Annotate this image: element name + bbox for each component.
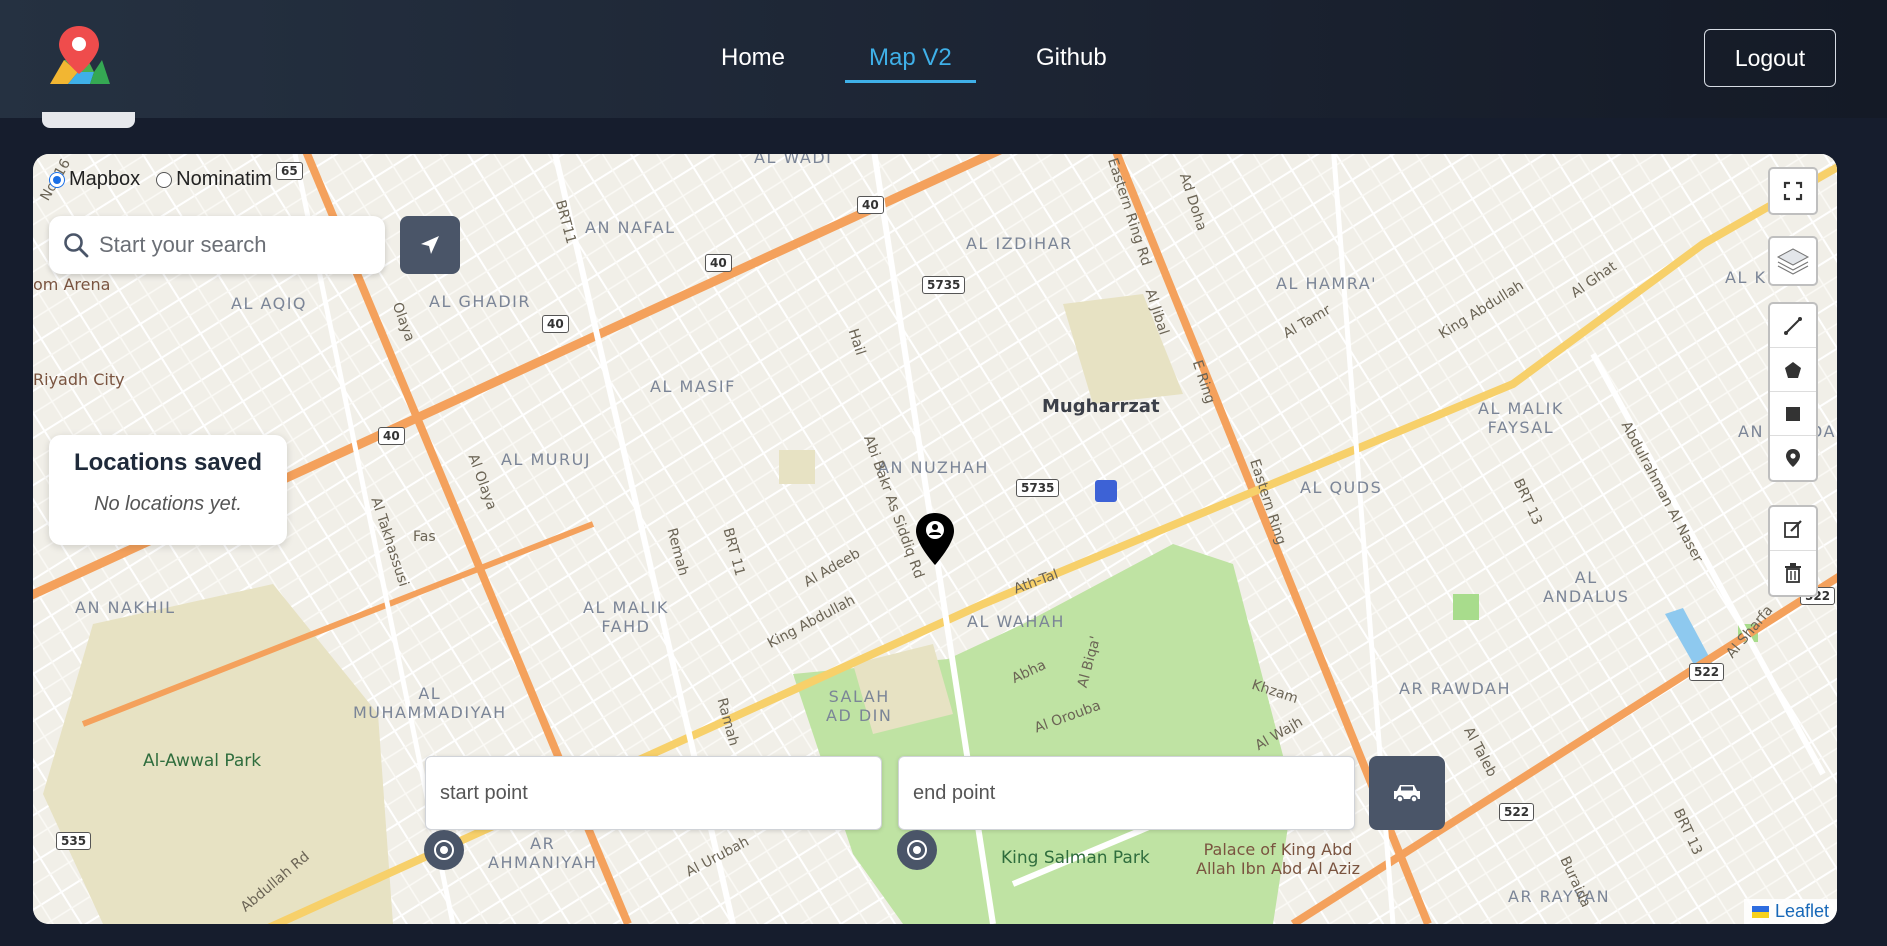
route-shield: 5735 (922, 276, 966, 294)
label-om-arena: om Arena (33, 275, 111, 294)
layers-button[interactable] (1770, 238, 1816, 284)
route-shield: 535 (56, 832, 92, 850)
map-container[interactable]: AN NAFAL AL IZDIHAR AL HAMRA' AL GHADIR … (33, 154, 1837, 924)
route-shield: 40 (542, 315, 569, 333)
route-shield: 522 (1689, 663, 1725, 681)
current-location-marker-icon[interactable] (913, 511, 957, 567)
label-al-k: AL K (1725, 268, 1767, 287)
radio-nominatim[interactable] (156, 171, 173, 188)
fullscreen-control (1768, 167, 1818, 215)
label-an-nakhil: AN NAKHIL (75, 598, 176, 617)
end-point-pick-button[interactable] (897, 830, 937, 870)
label-al-hamra: AL HAMRA' (1276, 274, 1378, 293)
search-input[interactable] (99, 232, 369, 258)
target-icon (907, 840, 927, 860)
saved-locations-panel: Locations saved No locations yet. (49, 435, 287, 545)
route-shield: 522 (1499, 803, 1535, 821)
route-shield: 40 (857, 196, 884, 214)
polygon-icon (1785, 361, 1801, 378)
label-riyadh-city: Riyadh City (33, 370, 125, 389)
attribution-link[interactable]: Leaflet (1775, 901, 1829, 922)
layers-control (1768, 236, 1818, 286)
start-point-pick-button[interactable] (424, 830, 464, 870)
search-icon (64, 233, 89, 258)
label-salah-ad-din: SALAH AD DIN (826, 687, 893, 725)
label-an-nuzhah: AN NUZHAH (878, 458, 989, 477)
search-box (49, 216, 385, 274)
route-shield: 40 (705, 254, 732, 272)
label-ar-rahmaniyah: AR AHMANIYAH (488, 834, 598, 872)
main-nav: Home Map V2 Github (0, 44, 1887, 84)
active-tab-underline (845, 80, 976, 83)
label-mugharrzat: Mugharrzat (1042, 396, 1160, 417)
label-al-malik-faysal: AL MALIK FAYSAL (1478, 399, 1564, 437)
label-an-nafal: AN NAFAL (585, 218, 676, 237)
label-al-izdihar: AL IZDIHAR (966, 234, 1073, 253)
radio-mapbox[interactable] (49, 171, 65, 188)
edit-toolbar (1768, 505, 1818, 597)
nav-github[interactable]: Github (1036, 44, 1107, 72)
label-ar-rayyan: AR RAYYAN (1508, 887, 1611, 906)
rectangle-icon (1786, 406, 1800, 421)
label-al-muhammadiyah: AL MUHAMMADIYAH (353, 684, 507, 722)
label-al-ghadir: AL GHADIR (429, 292, 531, 311)
draw-toolbar (1768, 302, 1818, 482)
label-al-quds: AL QUDS (1300, 478, 1383, 497)
polyline-icon (1784, 316, 1802, 335)
label-al-andalus: AL ANDALUS (1543, 568, 1630, 606)
nav-map-v2[interactable]: Map V2 (869, 44, 952, 72)
layers-icon (1776, 248, 1810, 275)
fullscreen-icon (1783, 181, 1803, 201)
route-shield: 40 (378, 427, 405, 445)
saved-locations-empty: No locations yet. (94, 493, 242, 515)
label-palace: Palace of King Abd Allah Ibn Abd Al Aziz (1196, 840, 1360, 878)
fullscreen-button[interactable] (1770, 169, 1816, 213)
label-al-wadi: AL WADI (754, 154, 833, 167)
label-al-masif: AL MASIF (650, 377, 736, 396)
geocoder-provider-selector: Mapbox Nominatim (49, 168, 272, 191)
draw-rectangle-button[interactable] (1770, 392, 1816, 436)
top-navbar: Home Map V2 Github Logout (0, 0, 1887, 118)
route-shield: 5735 (1016, 479, 1060, 497)
draw-polygon-button[interactable] (1770, 348, 1816, 392)
draw-polyline-button[interactable] (1770, 304, 1816, 348)
start-point-field (425, 756, 882, 830)
get-route-button[interactable] (1369, 756, 1445, 830)
label-al-malik-fahd: AL MALIK FAHD (583, 598, 669, 636)
edit-icon (1784, 519, 1802, 538)
label-al-wahah: AL WAHAH (967, 612, 1065, 631)
start-point-input[interactable] (440, 781, 881, 805)
label-al-muruj: AL MURUJ (501, 450, 592, 469)
navigation-arrow-icon (421, 236, 439, 254)
trash-icon (1785, 563, 1801, 583)
collapsed-tab[interactable] (42, 112, 135, 128)
target-icon (434, 840, 454, 860)
end-point-input[interactable] (913, 781, 1354, 805)
radio-mapbox-label[interactable]: Mapbox (69, 168, 140, 191)
ukraine-flag-icon (1751, 905, 1769, 918)
label-ar-rawdah: AR RAWDAH (1399, 679, 1512, 698)
label-al-awwal-park: Al-Awwal Park (143, 751, 262, 771)
saved-locations-title: Locations saved (73, 449, 263, 476)
route-shield: 65 (276, 162, 303, 180)
locate-me-button[interactable] (400, 216, 460, 274)
transit-station-icon[interactable] (1095, 480, 1117, 502)
label-king-salman-park: King Salman Park (1001, 848, 1150, 868)
label-al-aqiq: AL AQIQ (231, 294, 308, 313)
end-point-field (898, 756, 1355, 830)
nav-home[interactable]: Home (721, 44, 785, 72)
leaflet-attribution[interactable]: Leaflet (1743, 899, 1837, 924)
marker-icon (1786, 449, 1800, 467)
logout-button[interactable]: Logout (1704, 29, 1836, 87)
draw-marker-button[interactable] (1770, 436, 1816, 480)
delete-layers-button[interactable] (1770, 551, 1816, 595)
radio-nominatim-label[interactable]: Nominatim (176, 168, 272, 191)
label-fas: Fas (413, 529, 436, 545)
car-icon (1394, 785, 1420, 803)
edit-layers-button[interactable] (1770, 507, 1816, 551)
